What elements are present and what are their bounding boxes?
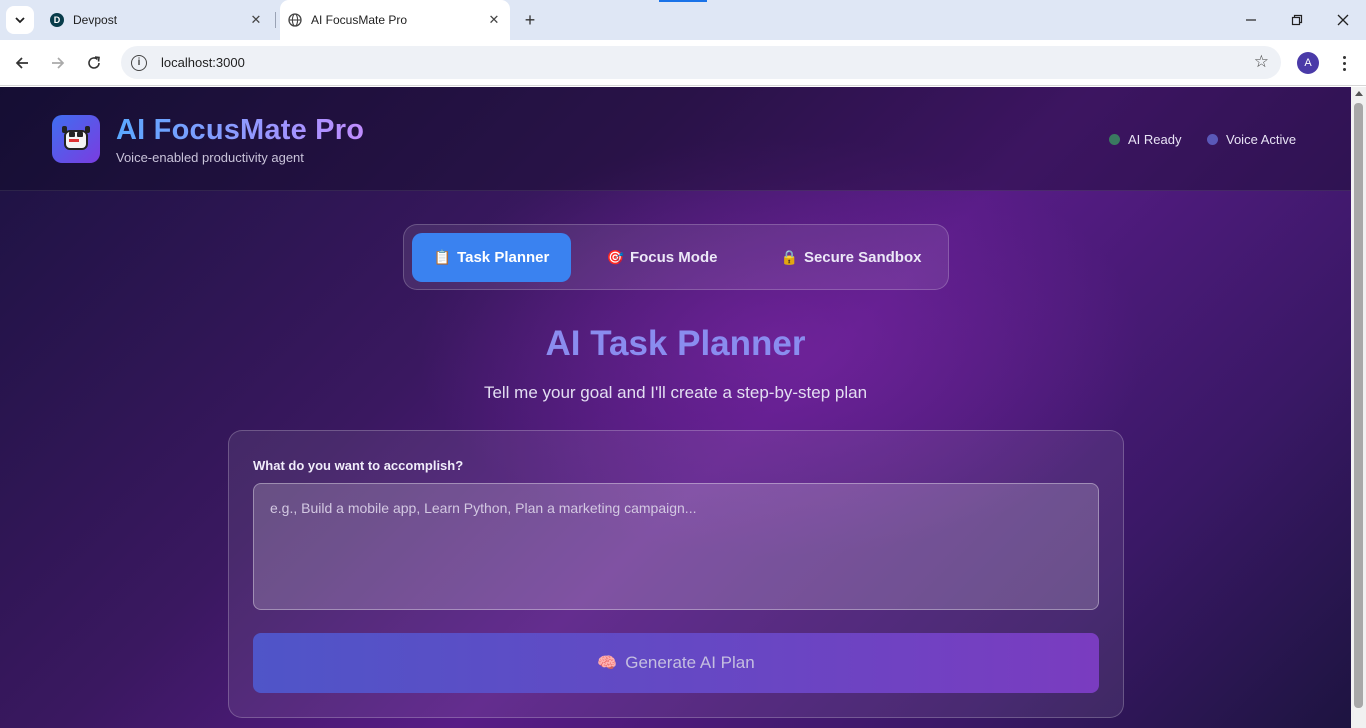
tab-secure-sandbox[interactable]: 🔒 Secure Sandbox (762, 233, 940, 282)
restore-icon (1291, 14, 1303, 26)
generate-plan-button[interactable]: 🧠 Generate AI Plan (253, 633, 1099, 693)
reload-icon (88, 56, 100, 69)
page-scrollbar[interactable] (1351, 87, 1366, 728)
page-subtitle: Tell me your goal and I'll create a step… (483, 383, 868, 402)
goal-field-label: What do you want to accomplish? (253, 458, 464, 473)
mode-tabs: 📋 Task Planner 🎯 Focus Mode 🔒 Secure San… (403, 224, 949, 290)
tab-focus-mode[interactable]: 🎯 Focus Mode (592, 233, 732, 282)
target-icon: 🎯 (606, 249, 624, 265)
status-ai-ready: AI Ready (1109, 132, 1181, 147)
status-label: Voice Active (1226, 132, 1297, 147)
tab-divider (275, 12, 276, 28)
minimize-button[interactable] (1228, 0, 1274, 40)
arrow-right-icon (52, 57, 65, 69)
scrollbar-thumb[interactable] (1354, 103, 1363, 708)
app-header: AI FocusMate Pro Voice-enabled productiv… (0, 87, 1351, 191)
browser-tab-devpost[interactable]: D Devpost ✕ (40, 0, 272, 40)
close-icon (1337, 14, 1349, 26)
browser-tab-focusmate[interactable]: AI FocusMate Pro ✕ (280, 0, 510, 40)
globe-icon (288, 13, 302, 27)
browser-menu-icon[interactable] (1336, 50, 1352, 76)
status-label: AI Ready (1128, 132, 1182, 147)
browser-toolbar: i localhost:3000 ☆ A (0, 40, 1366, 86)
status-dot-icon (1207, 134, 1218, 145)
devpost-favicon-icon: D (50, 13, 64, 27)
status-dot-icon (1109, 134, 1120, 145)
tab-strip-accent (659, 0, 707, 2)
page-title: AI Task Planner (545, 324, 806, 363)
tab-task-planner[interactable]: 📋 Task Planner (412, 233, 571, 282)
site-info-icon[interactable]: i (131, 54, 147, 71)
clipboard-icon: 📋 (433, 249, 452, 265)
tab-title: AI FocusMate Pro (311, 13, 408, 27)
back-button[interactable] (8, 49, 36, 77)
address-bar[interactable]: i localhost:3000 ☆ (121, 46, 1281, 79)
new-tab-button[interactable]: + (518, 8, 542, 32)
status-voice-active: Voice Active (1207, 132, 1296, 147)
app-subtitle: Voice-enabled productivity agent (116, 150, 304, 165)
tab-search-button[interactable] (6, 6, 34, 34)
forward-button[interactable] (44, 49, 72, 77)
close-tab-icon[interactable]: ✕ (246, 10, 266, 30)
bookmark-star-icon[interactable]: ☆ (1254, 52, 1269, 72)
close-window-button[interactable] (1320, 0, 1366, 40)
restore-button[interactable] (1274, 0, 1320, 40)
app-title: AI FocusMate Pro (116, 114, 365, 146)
goal-input[interactable] (253, 483, 1099, 610)
brain-icon: 🧠 (597, 655, 618, 672)
tab-title: Devpost (73, 13, 118, 27)
robot-logo-icon (52, 115, 100, 163)
planner-card: What do you want to accomplish? 🧠 Genera… (228, 430, 1124, 718)
scroll-up-arrow-icon[interactable] (1355, 91, 1363, 96)
minimize-icon (1246, 19, 1256, 21)
url-text[interactable]: localhost:3000 (161, 55, 245, 70)
page-viewport: AI FocusMate Pro Voice-enabled productiv… (0, 87, 1351, 728)
button-label: Generate AI Plan (625, 653, 755, 672)
tab-label: Focus Mode (629, 249, 718, 266)
tab-label: Secure Sandbox (803, 249, 922, 266)
tab-label: Task Planner (457, 249, 550, 266)
browser-tab-strip: D Devpost ✕ AI FocusMate Pro ✕ + (0, 0, 1366, 40)
chevron-down-icon (15, 17, 25, 24)
arrow-left-icon (15, 57, 28, 69)
profile-avatar[interactable]: A (1297, 52, 1319, 74)
close-tab-icon[interactable]: ✕ (484, 10, 504, 30)
lock-icon: 🔒 (780, 249, 798, 265)
reload-button[interactable] (80, 49, 108, 77)
